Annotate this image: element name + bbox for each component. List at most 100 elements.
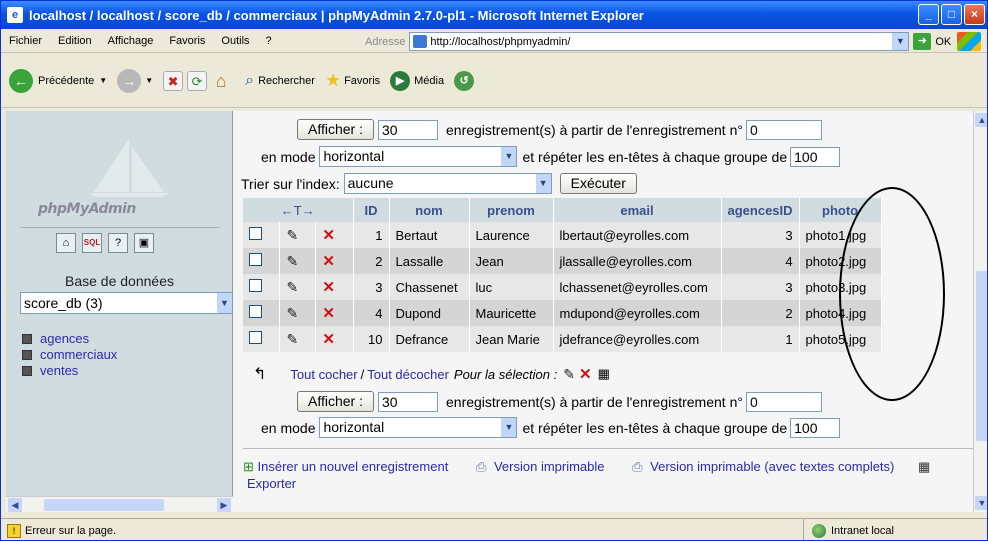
from-input[interactable]: 0 [745,119,822,140]
header-email[interactable]: email [553,198,722,222]
edit-pencil-icon[interactable]: ✎ [286,227,298,243]
row-checkbox[interactable] [249,279,262,292]
cell-agencesid: 4 [721,248,800,274]
scroll-down-icon[interactable]: ▼ [975,496,987,510]
from-input-bottom[interactable]: 0 [745,391,822,412]
delete-x-icon[interactable]: ✕ [322,279,335,296]
sidebar-item-agences[interactable]: agences [22,331,117,347]
column-arrows-header[interactable]: ←T→ [243,198,354,222]
edit-pencil-icon[interactable]: ✎ [563,366,575,383]
row-checkbox[interactable] [249,227,262,240]
table-link[interactable]: commerciaux [40,347,117,363]
window-title: localhost / localhost / score_db / comme… [29,7,644,23]
table-row[interactable]: ✎ ✕ 4 Dupond Mauricette mdupond@eyrolles.com 2… [243,300,882,326]
main-vertical-scrollbar[interactable]: ▲ ▼ [973,111,987,512]
phpmyadmin-logo[interactable]: phpMyAdmin [38,201,136,217]
warning-icon[interactable]: ! [7,523,21,538]
chevron-down-icon[interactable]: ▼ [99,76,107,85]
query-window-icon[interactable]: ▣ [134,233,154,253]
header-nom[interactable]: nom [389,198,470,222]
search-button[interactable]: ⌕ Rechercher [245,72,315,90]
print-full-link[interactable]: Version imprimable (avec textes complets… [650,459,894,474]
chevron-down-icon[interactable]: ▼ [501,147,517,166]
delete-x-icon[interactable]: ✕ [322,305,335,322]
export-icon[interactable]: ▦ [598,366,610,382]
favorites-button[interactable]: ★ Favoris [325,70,380,91]
table-link[interactable]: ventes [40,363,78,379]
delete-x-icon[interactable]: ✕ [579,365,592,383]
scroll-left-icon[interactable]: ◀ [8,498,22,512]
sidebar-item-ventes[interactable]: ventes [22,363,117,379]
row-checkbox[interactable] [249,253,262,266]
address-input[interactable]: http://localhost/phpmyadmin/ ▼ [409,32,910,51]
edit-pencil-icon[interactable]: ✎ [286,331,298,347]
delete-x-icon[interactable]: ✕ [322,253,335,270]
menu-edit[interactable]: Edition [50,35,100,47]
edit-pencil-icon[interactable]: ✎ [286,279,298,295]
table-link[interactable]: agences [40,331,89,347]
sidebar-item-commerciaux[interactable]: commerciaux [22,347,117,363]
row-checkbox[interactable] [249,331,262,344]
row-checkbox[interactable] [249,305,262,318]
scroll-thumb[interactable] [976,271,987,441]
execute-button[interactable]: Exécuter [559,173,637,194]
scroll-up-icon[interactable]: ▲ [975,113,987,127]
home-icon[interactable]: ⌂ [211,71,231,91]
scroll-thumb[interactable] [44,499,164,511]
menu-tools[interactable]: Outils [213,35,257,47]
sql-icon[interactable]: SQL [82,233,102,253]
media-button[interactable]: ▶ Média [390,70,444,91]
table-row[interactable]: ✎ ✕ 2 Lassalle Jean jlassalle@eyrolles.com 4 ph… [243,248,882,274]
chevron-down-icon[interactable]: ▼ [501,418,517,437]
repeat-input[interactable]: 100 [790,146,841,167]
help-icon[interactable]: ? [108,233,128,253]
row-checkbox-cell [243,300,281,326]
insert-link[interactable]: Insérer un nouvel enregistrement [258,459,449,474]
forward-button[interactable]: → ▼ [117,68,153,93]
stop-icon[interactable]: ✖ [163,70,184,91]
header-prenom[interactable]: prenom [469,198,554,222]
table-row[interactable]: ✎ ✕ 3 Chassenet luc lchassenet@eyrolles.com 3 p… [243,274,882,300]
back-button[interactable]: ← Précédente ▼ [9,68,107,93]
header-agencesid[interactable]: agencesID [721,198,800,222]
sort-select[interactable]: aucune ▼ [343,173,552,194]
chevron-down-icon[interactable]: ▼ [217,293,232,313]
rows-input[interactable]: 30 [378,119,438,140]
home-icon[interactable]: ⌂ [56,233,76,253]
go-button[interactable]: OK [935,36,951,48]
menu-help[interactable]: ? [258,35,280,47]
minimize-button[interactable]: _ [918,4,939,25]
menu-file[interactable]: Fichier [1,35,50,47]
menu-favorites[interactable]: Favoris [161,35,213,47]
rows-input-bottom[interactable]: 30 [378,391,438,412]
history-icon[interactable]: ↺ [454,70,475,91]
refresh-icon[interactable]: ⟳ [187,70,208,91]
chevron-down-icon[interactable]: ▼ [892,33,909,50]
mode-select-bottom[interactable]: horizontal ▼ [319,417,518,438]
chevron-down-icon[interactable]: ▼ [145,76,153,85]
table-row[interactable]: ✎ ✕ 10 Defrance Jean Marie jdefrance@eyrolles… [243,326,882,352]
print-link[interactable]: Version imprimable [494,459,605,474]
sidebar-horizontal-scrollbar[interactable]: ◀ ▶ [6,496,233,512]
edit-pencil-icon[interactable]: ✎ [286,253,298,269]
repeat-input-bottom[interactable]: 100 [790,417,841,438]
table-row[interactable]: ✎ ✕ 1 Bertaut Laurence lbertaut@eyrolles.com 3… [243,222,882,248]
check-all-link[interactable]: Tout cocher [290,367,357,382]
go-arrow-icon[interactable]: ➜ [913,33,932,50]
delete-x-icon[interactable]: ✕ [322,331,335,348]
show-button[interactable]: Afficher : [297,119,374,140]
show-button-bottom[interactable]: Afficher : [297,391,374,412]
menu-view[interactable]: Affichage [100,35,162,47]
chevron-down-icon[interactable]: ▼ [535,174,551,193]
delete-x-icon[interactable]: ✕ [322,227,335,244]
uncheck-all-link[interactable]: Tout décocher [367,367,449,382]
header-id[interactable]: ID [353,198,390,222]
edit-pencil-icon[interactable]: ✎ [286,305,298,321]
export-link[interactable]: Exporter [247,476,296,491]
close-button[interactable]: × [964,4,985,25]
scroll-right-icon[interactable]: ▶ [217,498,231,512]
print-icon: ⎙ [475,459,487,474]
mode-select[interactable]: horizontal ▼ [319,146,518,167]
database-select[interactable]: score_db (3) ▼ [20,292,233,314]
maximize-button[interactable]: □ [941,4,962,25]
